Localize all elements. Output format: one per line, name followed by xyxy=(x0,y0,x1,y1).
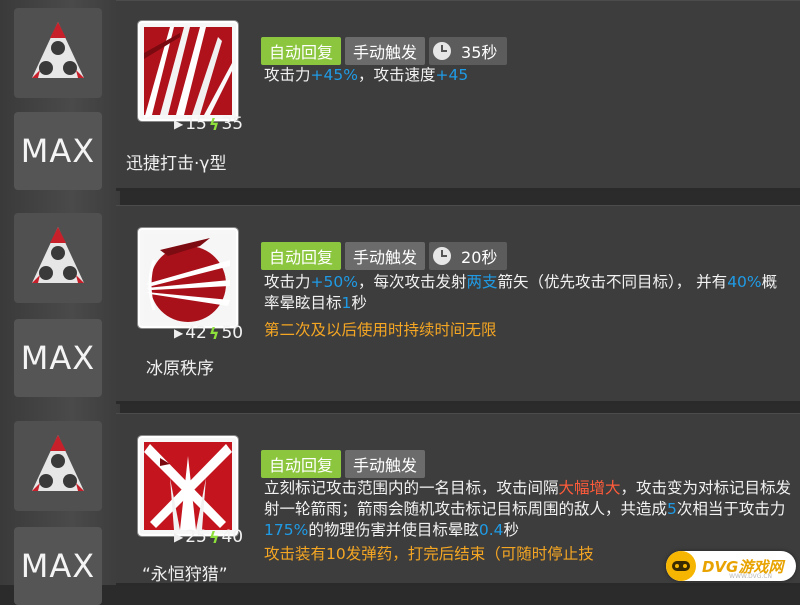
highlighted-value: 40% xyxy=(727,273,762,291)
highlighted-value: +50% xyxy=(310,273,358,291)
description-text: 攻击力 xyxy=(264,273,311,291)
sp-cost-value: 35 xyxy=(221,114,244,134)
skill-cost: ▶ 15 ϟ 35 xyxy=(174,113,243,135)
duration-value: 20秒 xyxy=(461,248,498,267)
recovery-auto-tag: 自动回复 xyxy=(261,37,342,65)
dvg-watermark-logo: DVG游戏网 WWW.DVG.CN xyxy=(666,551,796,581)
description-text: 秒 xyxy=(351,294,367,312)
skill-tags: 自动回复 手动触发 20秒 xyxy=(261,242,508,270)
skill-name: “永恒狩猎” xyxy=(142,565,228,585)
duration-tag: 20秒 xyxy=(429,242,508,270)
description-text: 秒 xyxy=(503,521,520,539)
description-text: ，每次攻击发射 xyxy=(357,273,467,291)
description-text: 箭矢（优先攻击不同目标）， 并有 xyxy=(497,273,728,291)
clock-icon xyxy=(433,42,452,60)
description-text: 次相当于攻击力 xyxy=(676,500,786,518)
skill-note: 攻击装有10发弹药，打完后结束（可随时停止技 xyxy=(264,545,594,563)
skill-name: 冰原秩序 xyxy=(146,359,214,379)
swift-strike-skill-icon xyxy=(140,23,236,119)
skill-description: 攻击力+50%，每次攻击发射两支箭矢（优先攻击不同目标）， 并有40%概率晕眩目… xyxy=(264,272,789,314)
initial-sp-value: 25 xyxy=(185,527,207,547)
skill-card[interactable]: ▶ 15 ϟ 35 迅捷打击·γ型 自动回复 手动触发 35秒 攻击力+45%，… xyxy=(116,0,800,191)
description-text: ，攻击速度 xyxy=(357,66,436,84)
sp-cost-value: 40 xyxy=(221,527,244,547)
highlighted-value: 大幅增大 xyxy=(558,479,621,497)
highlighted-value: 1 xyxy=(341,294,352,312)
trigger-manual-tag: 手动触发 xyxy=(345,242,426,270)
skill-description: 攻击力+45%，攻击速度+45 xyxy=(264,65,794,86)
trigger-manual-tag: 手动触发 xyxy=(345,37,426,65)
highlighted-value: +45 xyxy=(435,66,469,84)
clock-icon xyxy=(433,247,452,265)
eternal-hunt-skill-icon xyxy=(140,438,236,534)
sp-cost-bolt-icon: ϟ xyxy=(208,527,220,547)
skill-tags: 自动回复 手动触发 xyxy=(261,450,426,478)
skill-tags: 自动回复 手动触发 35秒 xyxy=(261,37,508,65)
sp-cost-value: 50 xyxy=(221,323,244,343)
initial-sp-value: 15 xyxy=(185,114,207,134)
initial-sp-icon: ▶ xyxy=(174,326,184,340)
highlighted-value: 175% xyxy=(264,521,309,539)
highlighted-value: 0.4 xyxy=(478,521,504,539)
highlighted-value: 5 xyxy=(667,500,677,518)
description-text: 的物理伤害并使目标晕眩 xyxy=(308,521,479,539)
skill-row: MAX ▶ 15 ϟ 35 迅捷打击·γ型 自动回复 手动触发 35秒 攻击力+… xyxy=(0,0,800,195)
initial-sp-value: 42 xyxy=(185,323,207,343)
skill-name: 迅捷打击·γ型 xyxy=(126,154,227,174)
skill-cost: ▶ 25 ϟ 40 xyxy=(174,526,243,548)
duration-value: 35秒 xyxy=(461,43,498,62)
description-text: 立刻标记攻击范围内的一名目标，攻击间隔 xyxy=(264,479,559,497)
skill-row: MAX ▶ 42 ϟ 50 冰原秩序 自动回复 手动触发 20秒 攻击力+50%… xyxy=(0,205,800,405)
initial-sp-icon: ▶ xyxy=(174,530,184,544)
duration-tag: 35秒 xyxy=(429,37,508,65)
frost-order-skill-icon xyxy=(140,230,236,326)
initial-sp-icon: ▶ xyxy=(174,117,184,131)
watermark-url: WWW.DVG.CN xyxy=(729,573,772,580)
sp-cost-bolt-icon: ϟ xyxy=(208,114,220,134)
mastery-max-label: MAX xyxy=(14,527,102,605)
description-text: 攻击力 xyxy=(264,66,311,84)
mastery-max-label: MAX xyxy=(14,112,102,190)
gamepad-icon xyxy=(666,551,696,581)
skill-cost: ▶ 42 ϟ 50 xyxy=(174,322,243,344)
recovery-auto-tag: 自动回复 xyxy=(261,242,342,270)
rank-pyramid-icon xyxy=(14,8,102,98)
skill-card[interactable]: ▶ 42 ϟ 50 冰原秩序 自动回复 手动触发 20秒 攻击力+50%，每次攻… xyxy=(116,205,800,404)
highlighted-value: 两支 xyxy=(466,273,498,291)
highlighted-value: +45% xyxy=(310,66,358,84)
trigger-manual-tag: 手动触发 xyxy=(345,450,426,478)
skill-description: 立刻标记攻击范围内的一名目标，攻击间隔大幅增大，攻击变为对标记目标发射一轮箭雨；… xyxy=(264,478,794,541)
sp-cost-bolt-icon: ϟ xyxy=(208,323,220,343)
rank-pyramid-icon xyxy=(14,421,102,511)
rank-pyramid-icon xyxy=(14,213,102,303)
mastery-max-label: MAX xyxy=(14,319,102,397)
recovery-auto-tag: 自动回复 xyxy=(261,450,342,478)
skill-note: 第二次及以后使用时持续时间无限 xyxy=(264,321,497,339)
